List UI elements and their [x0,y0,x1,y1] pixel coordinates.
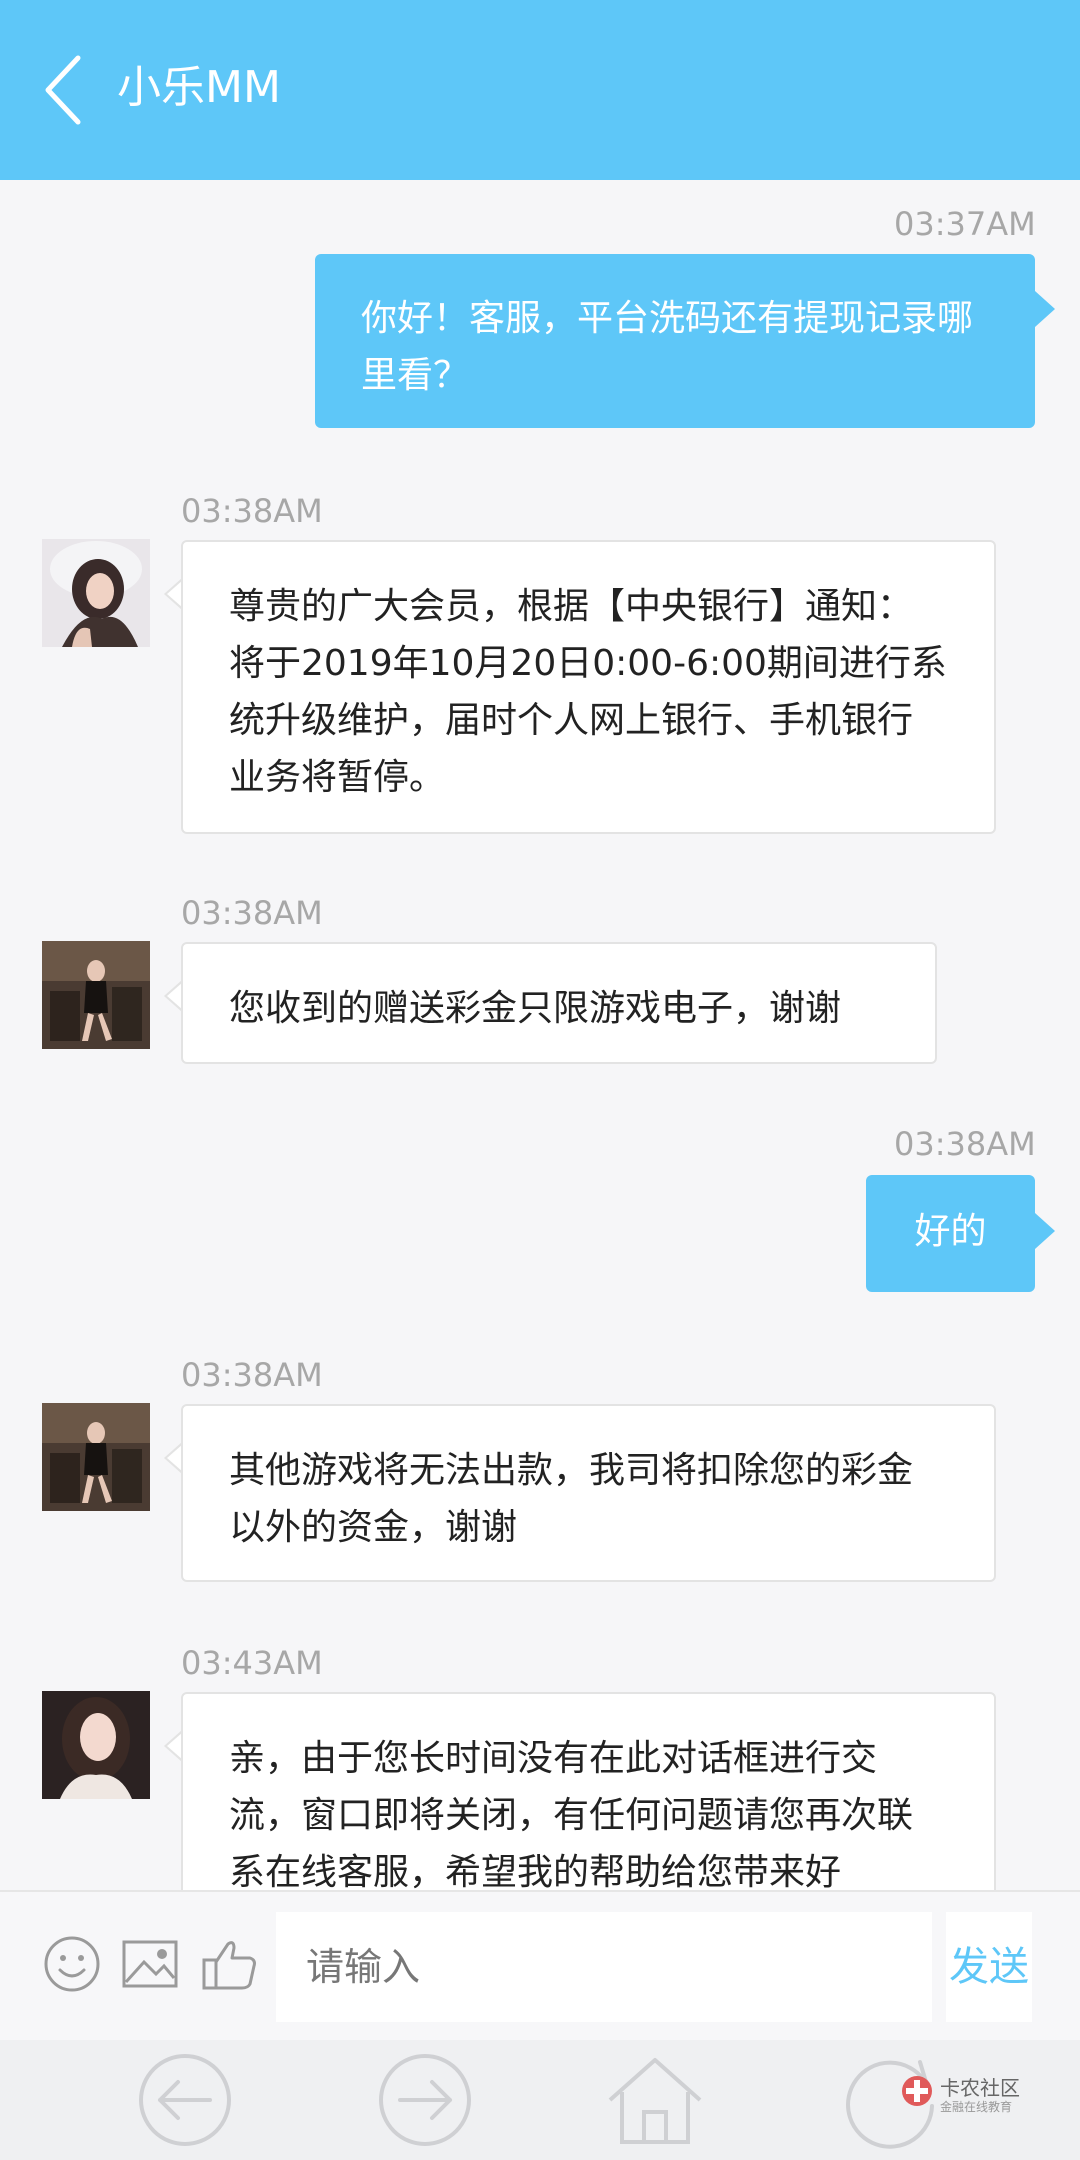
bubble-tail [164,980,183,1012]
message-list[interactable]: 03:37AM 你好！客服，平台洗码还有提现记录哪里看？ 03:38AM 尊贵的… [0,180,1080,1890]
message-bubble-incoming[interactable]: 亲，由于您长时间没有在此对话框进行交流，窗口即将关闭，有任何问题请您再次联系在线… [181,1692,996,1890]
back-icon[interactable] [130,2050,240,2150]
emoji-icon[interactable] [40,1932,104,1996]
message-timestamp: 03:38AM [181,1356,323,1394]
avatar[interactable] [42,1403,150,1511]
home-icon[interactable] [600,2050,710,2150]
bubble-tail [164,1442,183,1474]
message-bubble-outgoing[interactable]: 你好！客服，平台洗码还有提现记录哪里看？ [315,254,1035,428]
bubble-tail [164,1730,183,1762]
watermark-title: 卡农社区 [940,2076,1020,2100]
send-button[interactable]: 发送 [946,1912,1032,2022]
message-bubble-incoming[interactable]: 其他游戏将无法出款，我司将扣除您的彩金以外的资金，谢谢 [181,1404,996,1582]
chat-header: 小乐MM [0,0,1080,180]
message-timestamp: 03:38AM [181,894,323,932]
message-timestamp: 03:37AM [894,205,1036,243]
message-bubble-incoming[interactable]: 您收到的赠送彩金只限游戏电子，谢谢 [181,942,937,1064]
message-timestamp: 03:38AM [894,1125,1036,1163]
avatar[interactable] [42,1691,150,1799]
message-bubble-outgoing[interactable]: 好的 [866,1175,1035,1292]
bubble-tail [1035,291,1055,327]
bubble-tail [1035,1213,1055,1249]
bubble-tail [164,578,183,610]
avatar[interactable] [42,941,150,1049]
forward-icon[interactable] [370,2050,480,2150]
watermark-subtitle: 金融在线教育 [940,2100,1013,2114]
back-arrow-icon[interactable] [40,50,90,130]
message-bubble-incoming[interactable]: 尊贵的广大会员，根据【中央银行】通知：将于2019年10月20日0:00-6:0… [181,540,996,834]
avatar[interactable] [42,539,150,647]
watermark-icon [902,2076,932,2106]
message-input[interactable] [276,1912,932,2022]
input-bar: 发送 [0,1890,1080,2040]
watermark-logo: 卡农社区 金融在线教育 [900,2068,1070,2128]
image-icon[interactable] [118,1932,182,1996]
message-timestamp: 03:38AM [181,492,323,530]
chat-title: 小乐MM [117,62,281,113]
thumbs-up-icon[interactable] [198,1932,262,1996]
message-timestamp: 03:43AM [181,1644,323,1682]
